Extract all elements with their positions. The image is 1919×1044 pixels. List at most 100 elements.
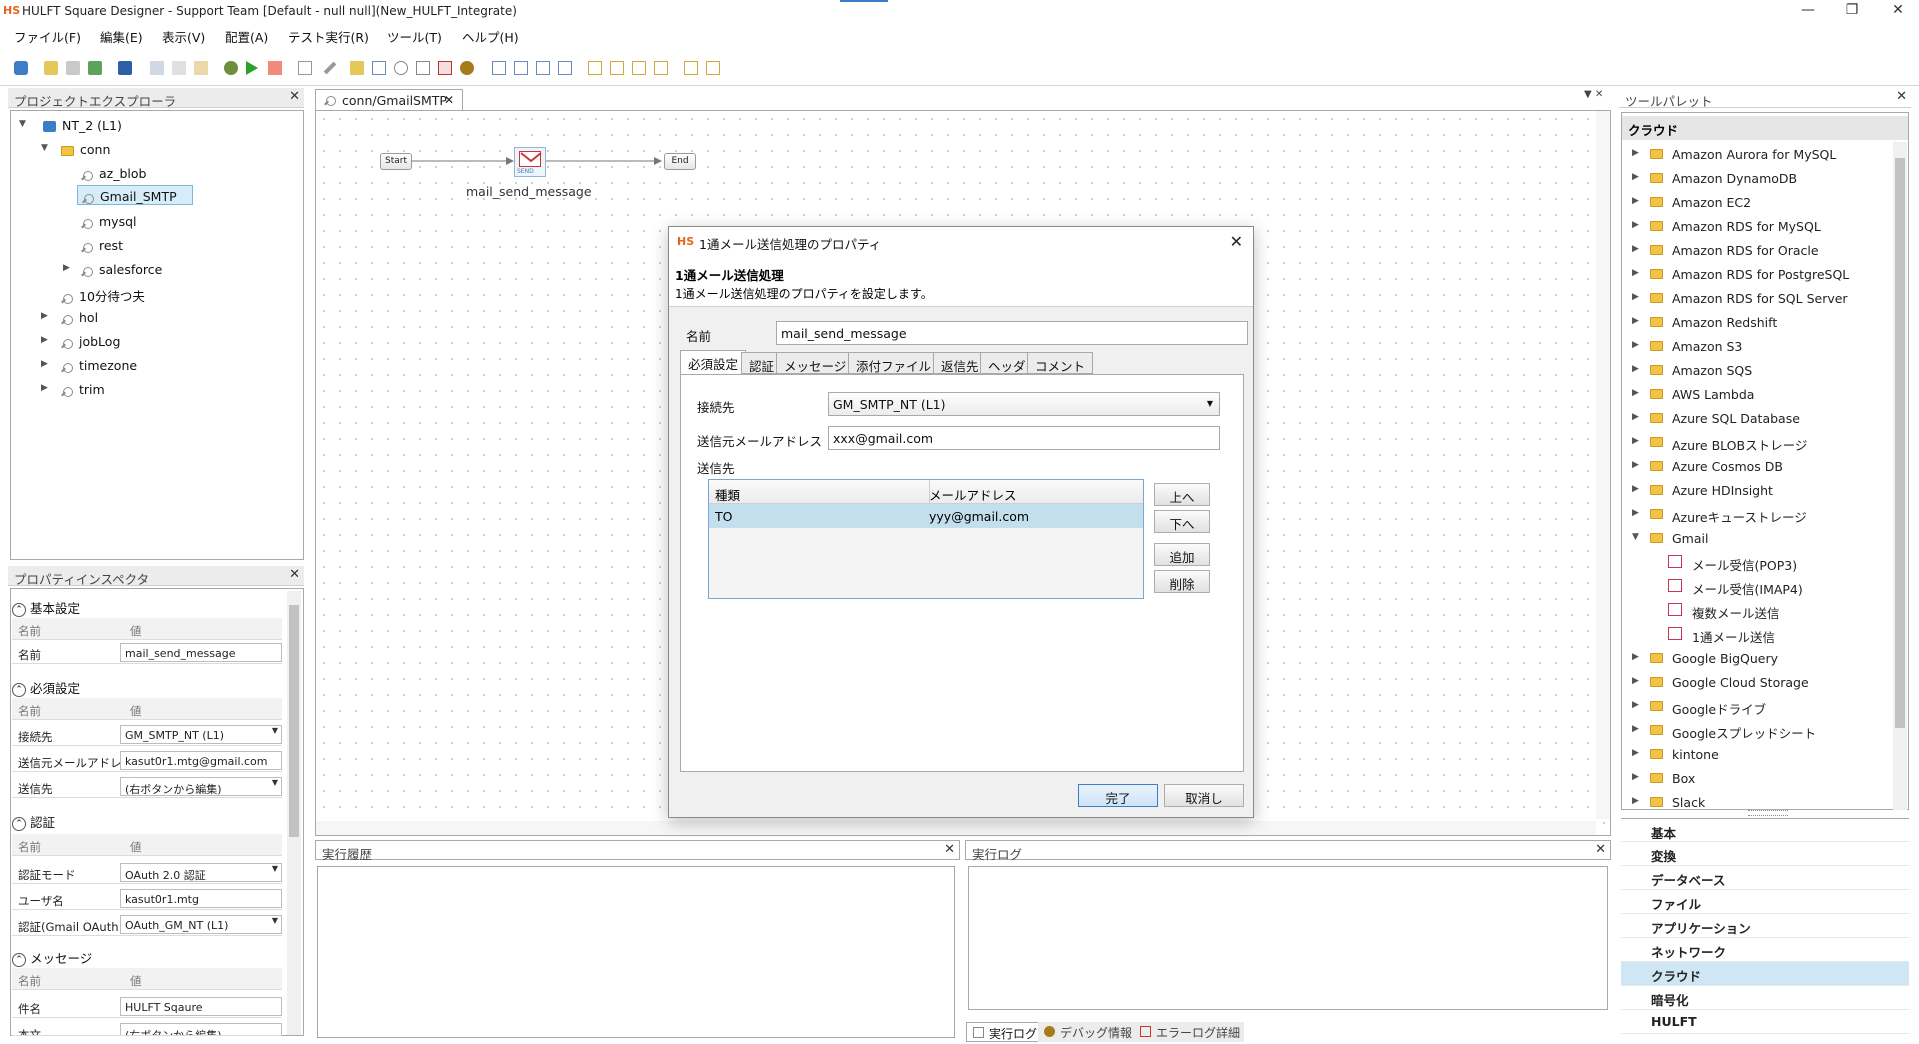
expand-down-icon[interactable]: ▼ xyxy=(1632,532,1639,542)
dropdown-icon[interactable]: ▼ xyxy=(272,864,278,873)
collapse-icon[interactable]: ⌃ xyxy=(12,952,26,967)
expand-right-icon[interactable]: ▶ xyxy=(1632,268,1639,278)
debug-icon[interactable] xyxy=(224,61,238,75)
palette-item-gmail[interactable]: ▼ Gmail xyxy=(1624,526,1894,550)
category-basic[interactable]: 基本 xyxy=(1621,818,1909,842)
prop-value[interactable]: kasut0r1.mtg xyxy=(120,889,282,908)
from-input[interactable]: xxx@gmail.com xyxy=(828,426,1220,450)
expand-right-icon[interactable]: ▶ xyxy=(1632,508,1639,518)
new-icon[interactable] xyxy=(44,61,58,75)
prop-row[interactable]: 件名 HULFT Sqaure xyxy=(12,996,282,1018)
close-icon[interactable]: ✕ xyxy=(944,842,955,857)
prop-row[interactable]: 本文 (右ボタンから編集) xyxy=(12,1022,282,1036)
palette-scrollbar[interactable] xyxy=(1893,142,1907,810)
expand-right-icon[interactable]: ▶ xyxy=(1632,772,1639,782)
palette-item[interactable]: ▶ Google BigQuery xyxy=(1624,646,1894,670)
prop-value[interactable]: OAuth_GM_NT (L1) xyxy=(120,915,282,934)
category-application[interactable]: アプリケーション xyxy=(1621,914,1909,938)
doc-icon[interactable] xyxy=(372,61,386,75)
expand-right-icon[interactable]: ▶ xyxy=(1632,460,1639,470)
expand-right-icon[interactable]: ▶ xyxy=(1632,196,1639,206)
category-cloud[interactable]: クラウド xyxy=(1621,962,1909,986)
palette-item[interactable]: ▶ Amazon SQS xyxy=(1624,358,1894,382)
scroll-thumb[interactable] xyxy=(1895,158,1905,728)
import-icon[interactable] xyxy=(88,61,102,75)
expand-right-icon[interactable]: ▶ xyxy=(1632,340,1639,350)
prop-row[interactable]: 接続先 GM_SMTP_NT (L1) ▼ xyxy=(12,724,282,746)
expand-right-icon[interactable]: ▶ xyxy=(41,383,48,393)
align-center-icon[interactable] xyxy=(514,61,528,75)
palette-item[interactable]: ▶ Azure SQL Database xyxy=(1624,406,1894,430)
recipients-table[interactable]: 種類 メールアドレス TO yyy@gmail.com xyxy=(708,479,1144,599)
category-file[interactable]: ファイル xyxy=(1621,890,1909,914)
palette-item[interactable]: ▶ Amazon RDS for Oracle xyxy=(1624,238,1894,262)
cancel-button[interactable]: 取消し xyxy=(1164,784,1244,807)
expand-right-icon[interactable]: ▶ xyxy=(1632,724,1639,734)
prop-value[interactable]: HULFT Sqaure xyxy=(120,997,282,1016)
align-middle-icon[interactable] xyxy=(588,61,602,75)
palette-item[interactable]: ▶ Amazon RDS for SQL Server xyxy=(1624,286,1894,310)
collapse-icon[interactable]: ⌃ xyxy=(12,602,26,617)
restore-icon[interactable]: ❐ xyxy=(1842,2,1862,18)
calendar-icon[interactable] xyxy=(438,61,452,75)
prop-row[interactable]: 認証(Gmail OAuth OAuth_GM_NT (L1) ▼ xyxy=(12,914,282,936)
align-bottom-icon[interactable] xyxy=(610,61,624,75)
dropdown-icon[interactable]: ▼ xyxy=(272,778,278,787)
distribute-v-icon[interactable] xyxy=(654,61,668,75)
category-hulft[interactable]: HULFT xyxy=(1621,1010,1909,1034)
palette-section-header[interactable]: クラウド xyxy=(1622,116,1908,140)
palette-item[interactable]: ▶ Googleスプレッドシート xyxy=(1624,718,1894,742)
dialog-tab-header[interactable]: ヘッダ xyxy=(980,352,1034,374)
palette-item[interactable]: ▶ AWS Lambda xyxy=(1624,382,1894,406)
expand-down-icon[interactable]: ▼ xyxy=(19,119,26,129)
expand-right-icon[interactable]: ▶ xyxy=(1632,700,1639,710)
palette-item[interactable]: ▶ Amazon DynamoDB xyxy=(1624,166,1894,190)
align-right-icon[interactable] xyxy=(536,61,550,75)
expand-down-icon[interactable]: ▼ xyxy=(41,143,48,153)
move-down-button[interactable]: 下へ xyxy=(1154,510,1210,533)
dropdown-icon[interactable]: ▼ xyxy=(272,916,278,925)
dialog-tab-attachment[interactable]: 添付ファイル xyxy=(848,352,940,374)
tree-item-selected[interactable]: Gmail_SMTP xyxy=(77,185,193,205)
expand-right-icon[interactable]: ▶ xyxy=(41,311,48,321)
expand-right-icon[interactable]: ▶ xyxy=(1632,436,1639,446)
expand-right-icon[interactable]: ▶ xyxy=(1632,676,1639,686)
close-window-icon[interactable]: ✕ xyxy=(1888,2,1908,18)
prop-value[interactable]: mail_send_message xyxy=(120,643,282,662)
dialog-tab-message[interactable]: メッセージ xyxy=(776,352,855,374)
minimize-icon[interactable]: — xyxy=(1798,2,1818,18)
category-encryption[interactable]: 暗号化 xyxy=(1621,986,1909,1010)
connect-icon[interactable] xyxy=(323,61,337,75)
dialog-tab-comment[interactable]: コメント xyxy=(1027,352,1094,374)
expand-right-icon[interactable]: ▶ xyxy=(1632,220,1639,230)
expand-right-icon[interactable]: ▶ xyxy=(1632,388,1639,398)
prop-value[interactable]: (右ボタンから編集) xyxy=(120,1023,282,1035)
tab-error-log[interactable]: エラーログ詳細 xyxy=(1134,1022,1245,1042)
tab-debug-info[interactable]: デバッグ情報 xyxy=(1038,1022,1137,1042)
dropdown-icon[interactable]: ▼ xyxy=(1207,399,1213,408)
cut-icon[interactable] xyxy=(150,61,164,75)
name-input[interactable]: mail_send_message xyxy=(776,321,1248,345)
section-required[interactable]: ⌃ 必須設定 xyxy=(12,678,80,698)
scroll-thumb[interactable] xyxy=(289,605,299,837)
prop-row[interactable]: 名前 mail_send_message xyxy=(12,642,282,664)
same-width-icon[interactable] xyxy=(684,61,698,75)
dialog-tab-required[interactable]: 必須設定 xyxy=(680,350,747,374)
expand-right-icon[interactable]: ▶ xyxy=(1632,172,1639,182)
expand-right-icon[interactable]: ▶ xyxy=(63,263,70,273)
expand-right-icon[interactable]: ▶ xyxy=(1632,244,1639,254)
prop-value[interactable]: OAuth 2.0 認証 xyxy=(120,863,282,882)
prop-value[interactable]: GM_SMTP_NT (L1) xyxy=(120,725,282,744)
palette-item[interactable]: ▶ Amazon RDS for MySQL xyxy=(1624,214,1894,238)
tab-exec-log[interactable]: 実行ログ xyxy=(966,1022,1043,1042)
expand-right-icon[interactable]: ▶ xyxy=(41,335,48,345)
editor-tab[interactable]: conn/GmailSMTP ✕ xyxy=(315,89,463,110)
stop-icon[interactable] xyxy=(268,61,282,75)
collapse-icon[interactable]: ⌃ xyxy=(12,682,26,697)
palette-item[interactable]: ▶ Azureキューストレージ xyxy=(1624,502,1894,526)
close-tab-icon[interactable]: ✕ xyxy=(444,93,454,107)
run-icon[interactable] xyxy=(246,61,258,75)
palette-subitem[interactable]: 複数メール送信 xyxy=(1624,598,1894,622)
prop-row[interactable]: ユーザ名 kasut0r1.mtg xyxy=(12,888,282,910)
splitter-handle[interactable] xyxy=(1748,810,1788,816)
